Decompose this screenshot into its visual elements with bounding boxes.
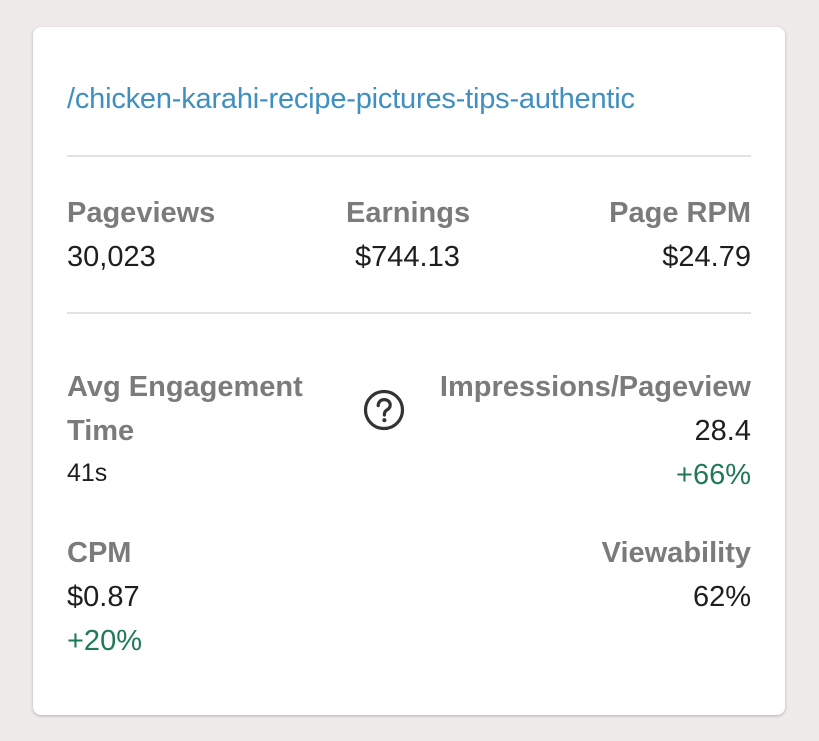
page-rpm-label: Page RPM bbox=[609, 197, 751, 229]
pageviews-label: Pageviews bbox=[67, 197, 216, 229]
question-circle-icon[interactable] bbox=[363, 389, 405, 431]
pageviews-value: 30,023 bbox=[67, 241, 156, 273]
avg-engagement-value: 41s bbox=[67, 459, 108, 487]
page-path-link[interactable]: /chicken-karahi-recipe-pictures-tips-aut… bbox=[67, 83, 635, 116]
divider bbox=[67, 312, 751, 314]
avg-engagement-label-line2: Time bbox=[67, 415, 135, 447]
avg-engagement-label-line1: Avg Engagement bbox=[67, 371, 303, 403]
cpm-label: CPM bbox=[67, 537, 132, 569]
viewability-value: 62% bbox=[692, 581, 751, 613]
earnings-value: $744.13 bbox=[355, 241, 460, 273]
cpm-value: $0.87 bbox=[67, 581, 140, 613]
impressions-per-pageview-delta: +66% bbox=[676, 459, 751, 491]
divider bbox=[67, 155, 751, 157]
page-stats-card: /chicken-karahi-recipe-pictures-tips-aut… bbox=[33, 27, 785, 715]
earnings-label: Earnings bbox=[346, 197, 471, 229]
impressions-per-pageview-value: 28.4 bbox=[694, 415, 751, 447]
viewability-label: Viewability bbox=[601, 537, 751, 569]
cpm-delta: +20% bbox=[67, 625, 142, 657]
page-rpm-value: $24.79 bbox=[662, 241, 751, 273]
impressions-per-pageview-label: Impressions/Pageview bbox=[439, 371, 751, 403]
